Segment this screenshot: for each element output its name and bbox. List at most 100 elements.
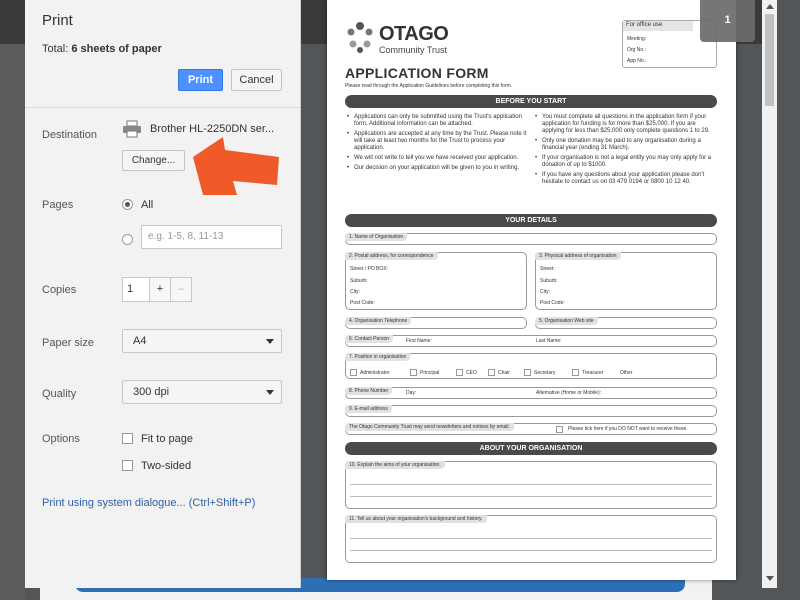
field-11-box: 11. Tell us about your organisation's ba… (345, 515, 717, 563)
form-title: APPLICATION FORM (345, 65, 489, 81)
field-8-tag: 8. Phone Number (345, 387, 393, 395)
quality-label: Quality (42, 388, 77, 400)
field-2-street: Street / PO BOX: (350, 266, 389, 272)
paper-size-value: A4 (133, 335, 147, 347)
field-7-box: 7. Position in organisation Administrato… (345, 353, 717, 379)
field-3-city: City: (540, 289, 550, 295)
copies-minus-button[interactable]: – (170, 277, 192, 302)
field-2-suburb: Suburb: (350, 278, 368, 284)
quality-value: 300 dpi (133, 386, 170, 398)
total-prefix: Total: (42, 43, 72, 55)
bullet-item: We will not write to tell you we have re… (347, 155, 527, 162)
bullet-item: Applications can only be submitted using… (347, 114, 527, 128)
print-button[interactable]: Print (178, 69, 223, 91)
destination-label: Destination (42, 129, 98, 141)
position-label: Secretary (534, 370, 556, 376)
field-2-postcode: Post Code: (350, 300, 375, 306)
copies-input[interactable]: 1 (122, 277, 152, 302)
field-11-tag: 11. Tell us about your organisation's ba… (345, 515, 487, 523)
field-8-alt: Alternative (Home or Mobile): (536, 390, 602, 396)
scroll-down-icon[interactable] (766, 576, 774, 581)
dropdown-arrow-icon (266, 339, 274, 344)
field-3-postcode: Post Code: (540, 300, 565, 306)
print-header: Print Total: 6 sheets of paper Print Can… (25, 0, 300, 108)
otago-logo-icon (347, 22, 373, 53)
field-3-street: Street: (540, 266, 555, 272)
pages-range-input[interactable]: e.g. 1-5, 8, 11-13 (141, 225, 282, 249)
cancel-button[interactable]: Cancel (231, 69, 282, 91)
pages-all-radio[interactable] (122, 199, 133, 210)
position-checkbox (572, 369, 579, 376)
bullet-item: Applications are accepted at any time by… (347, 131, 527, 152)
field-2-city: City: (350, 289, 360, 295)
copies-label: Copies (42, 284, 77, 296)
office-org-no: Org No.: (627, 47, 646, 53)
section-your-details: YOUR DETAILS (345, 214, 717, 227)
field-7-tag: 7. Position in organisation (345, 353, 411, 361)
position-label: Other (620, 370, 633, 376)
field-5-tag: 5. Organisation Web site (535, 317, 598, 325)
field-10-box: 10. Explain the aims of your organisatio… (345, 461, 717, 509)
total-value: 6 sheets of paper (71, 43, 162, 55)
field-1-tag: 1. Name of Organisation (345, 233, 408, 241)
pages-all-label: All (141, 199, 154, 211)
print-preview-page: OTAGO Community Trust For office use Mee… (327, 0, 736, 580)
two-sided-label: Two-sided (141, 460, 192, 472)
fit-to-page-label: Fit to page (141, 433, 193, 445)
paper-size-label: Paper size (42, 337, 94, 349)
office-meeting: Meeting: (627, 36, 647, 42)
preview-scrollbar[interactable] (762, 0, 777, 588)
field-5-box: 5. Organisation Web site (535, 317, 717, 329)
orange-arrow-annotation (193, 137, 279, 195)
field-3-tag: 3. Physical address of organisation (535, 252, 621, 260)
quality-select[interactable]: 300 dpi (122, 380, 282, 404)
field-8-day: Day: (406, 390, 417, 396)
field-2-box: 2. Postal address, for correspondence St… (345, 252, 527, 310)
answer-line (350, 550, 712, 551)
pages-label: Pages (42, 199, 74, 211)
form-subtitle: Please read through the Application Guid… (345, 83, 513, 89)
newsletter-opt: Please tick here if you DO NOT want to r… (568, 426, 688, 432)
field-9-box: 9. E-mail address (345, 405, 717, 417)
bullet-item: Our decision on your application will be… (347, 165, 527, 172)
bullet-item: If your organisation is not a legal enti… (535, 155, 715, 169)
position-label: Treasurer (582, 370, 604, 376)
answer-line (350, 484, 712, 485)
field-6-last: Last Name: (536, 338, 562, 344)
dropdown-arrow-icon (266, 390, 274, 395)
change-destination-button[interactable]: Change... (122, 150, 185, 171)
office-app-no: App No.: (627, 58, 647, 64)
fit-to-page-checkbox[interactable] (122, 433, 133, 444)
position-label: Principal (420, 370, 440, 376)
field-6-first: First Name: (406, 338, 432, 344)
position-label: Chair (498, 370, 510, 376)
field-2-tag: 2. Postal address, for correspondence (345, 252, 438, 260)
field-4-tag: 4. Organisation Telephone (345, 317, 412, 325)
system-dialog-link[interactable]: Print using system dialogue... (Ctrl+Shi… (42, 497, 255, 509)
position-checkbox (524, 369, 531, 376)
newsletter-box: The Otago Community Trust may send newsl… (345, 423, 717, 435)
section-about-organisation: ABOUT YOUR ORGANISATION (345, 442, 717, 455)
scroll-up-icon[interactable] (766, 4, 774, 9)
position-checkbox (410, 369, 417, 376)
copies-plus-button[interactable]: + (149, 277, 171, 302)
two-sided-checkbox[interactable] (122, 460, 133, 471)
options-label: Options (42, 433, 80, 445)
field-3-suburb: Suburb: (540, 278, 558, 284)
field-6-box: 6. Contact Person First Name: Last Name: (345, 335, 717, 347)
background-page-edge (0, 44, 25, 600)
background-right-edge (777, 0, 800, 600)
field-3-box: 3. Physical address of organisation Stre… (535, 252, 717, 310)
position-checkbox (488, 369, 495, 376)
field-6-tag: 6. Contact Person (345, 335, 394, 343)
bullets-left: Applications can only be submitted using… (347, 114, 527, 175)
logo-title: OTAGO (379, 23, 449, 45)
answer-line (350, 496, 712, 497)
bullet-item: You must complete all questions in the a… (535, 114, 715, 135)
scrollbar-thumb[interactable] (765, 14, 774, 106)
pages-custom-radio[interactable] (122, 234, 133, 245)
field-9-tag: 9. E-mail address (345, 405, 392, 413)
paper-size-select[interactable]: A4 (122, 329, 282, 353)
dialog-title: Print (42, 12, 73, 29)
office-use-head: For office use (623, 21, 693, 31)
